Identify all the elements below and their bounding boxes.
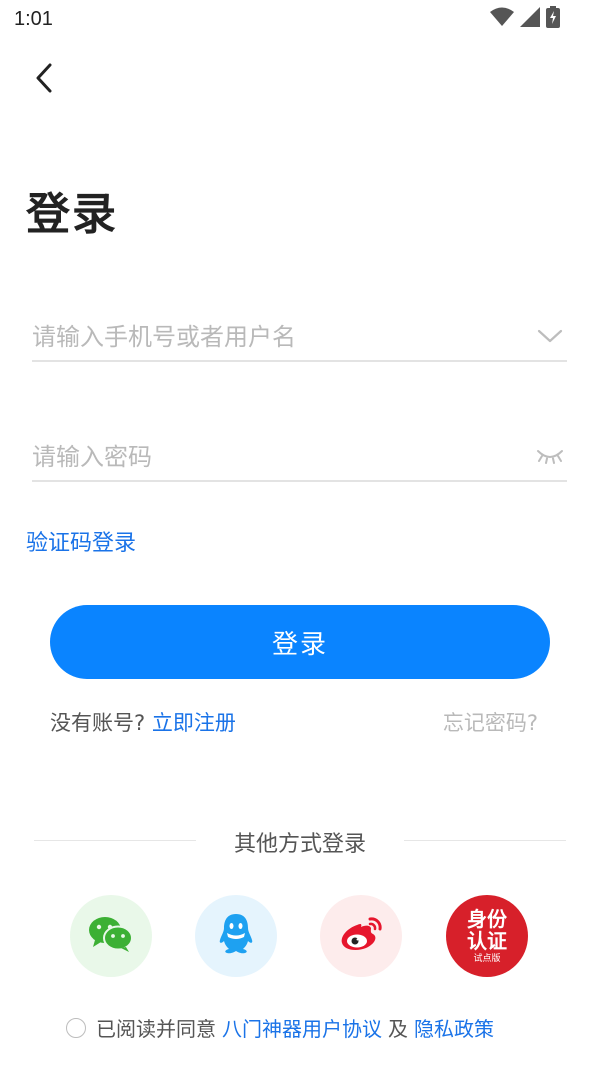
wechat-icon <box>87 914 135 958</box>
back-button[interactable] <box>24 60 64 100</box>
agree-checkbox[interactable] <box>66 1017 86 1038</box>
weibo-icon <box>338 915 384 957</box>
chevron-left-icon <box>34 62 54 98</box>
qq-icon <box>216 912 256 960</box>
no-account-text: 没有账号? <box>50 711 146 735</box>
wechat-login-button[interactable] <box>70 895 152 977</box>
forgot-password-link[interactable]: 忘记密码? <box>443 707 538 737</box>
status-time: 1:01 <box>14 8 53 30</box>
agreement-row: 已阅读并同意 八门神器用户协议 及 隐私政策 <box>66 1013 494 1042</box>
status-bar: 1:01 <box>0 0 600 40</box>
wifi-icon <box>490 7 514 31</box>
divider-right <box>404 840 566 841</box>
agree-prefix: 已阅读并同意 <box>96 1017 216 1041</box>
username-field <box>32 310 567 362</box>
battery-icon <box>546 6 560 32</box>
status-icons <box>490 6 560 32</box>
eye-closed-icon[interactable] <box>535 444 565 468</box>
id-verify-login-button[interactable]: 身份 认证 试点版 <box>446 895 528 977</box>
page-title: 登录 <box>26 189 118 240</box>
password-input[interactable] <box>32 440 512 474</box>
agree-and: 及 <box>388 1017 408 1041</box>
password-field <box>32 430 567 482</box>
other-login-label: 其他方式登录 <box>233 832 366 857</box>
code-login-link[interactable]: 验证码登录 <box>26 525 136 557</box>
qq-login-button[interactable] <box>195 895 277 977</box>
register-row: 没有账号? 立即注册 <box>50 707 236 737</box>
register-link[interactable]: 立即注册 <box>152 711 236 735</box>
signal-icon <box>520 7 540 31</box>
weibo-login-button[interactable] <box>320 895 402 977</box>
user-agreement-link[interactable]: 八门神器用户协议 <box>222 1013 382 1042</box>
login-button[interactable]: 登录 <box>50 605 550 679</box>
id-verify-icon: 身份 认证 <box>467 907 507 953</box>
privacy-policy-link[interactable]: 隐私政策 <box>414 1013 494 1042</box>
id-verify-sub: 试点版 <box>473 954 501 964</box>
username-input[interactable] <box>32 320 512 354</box>
chevron-down-icon[interactable] <box>535 324 565 348</box>
